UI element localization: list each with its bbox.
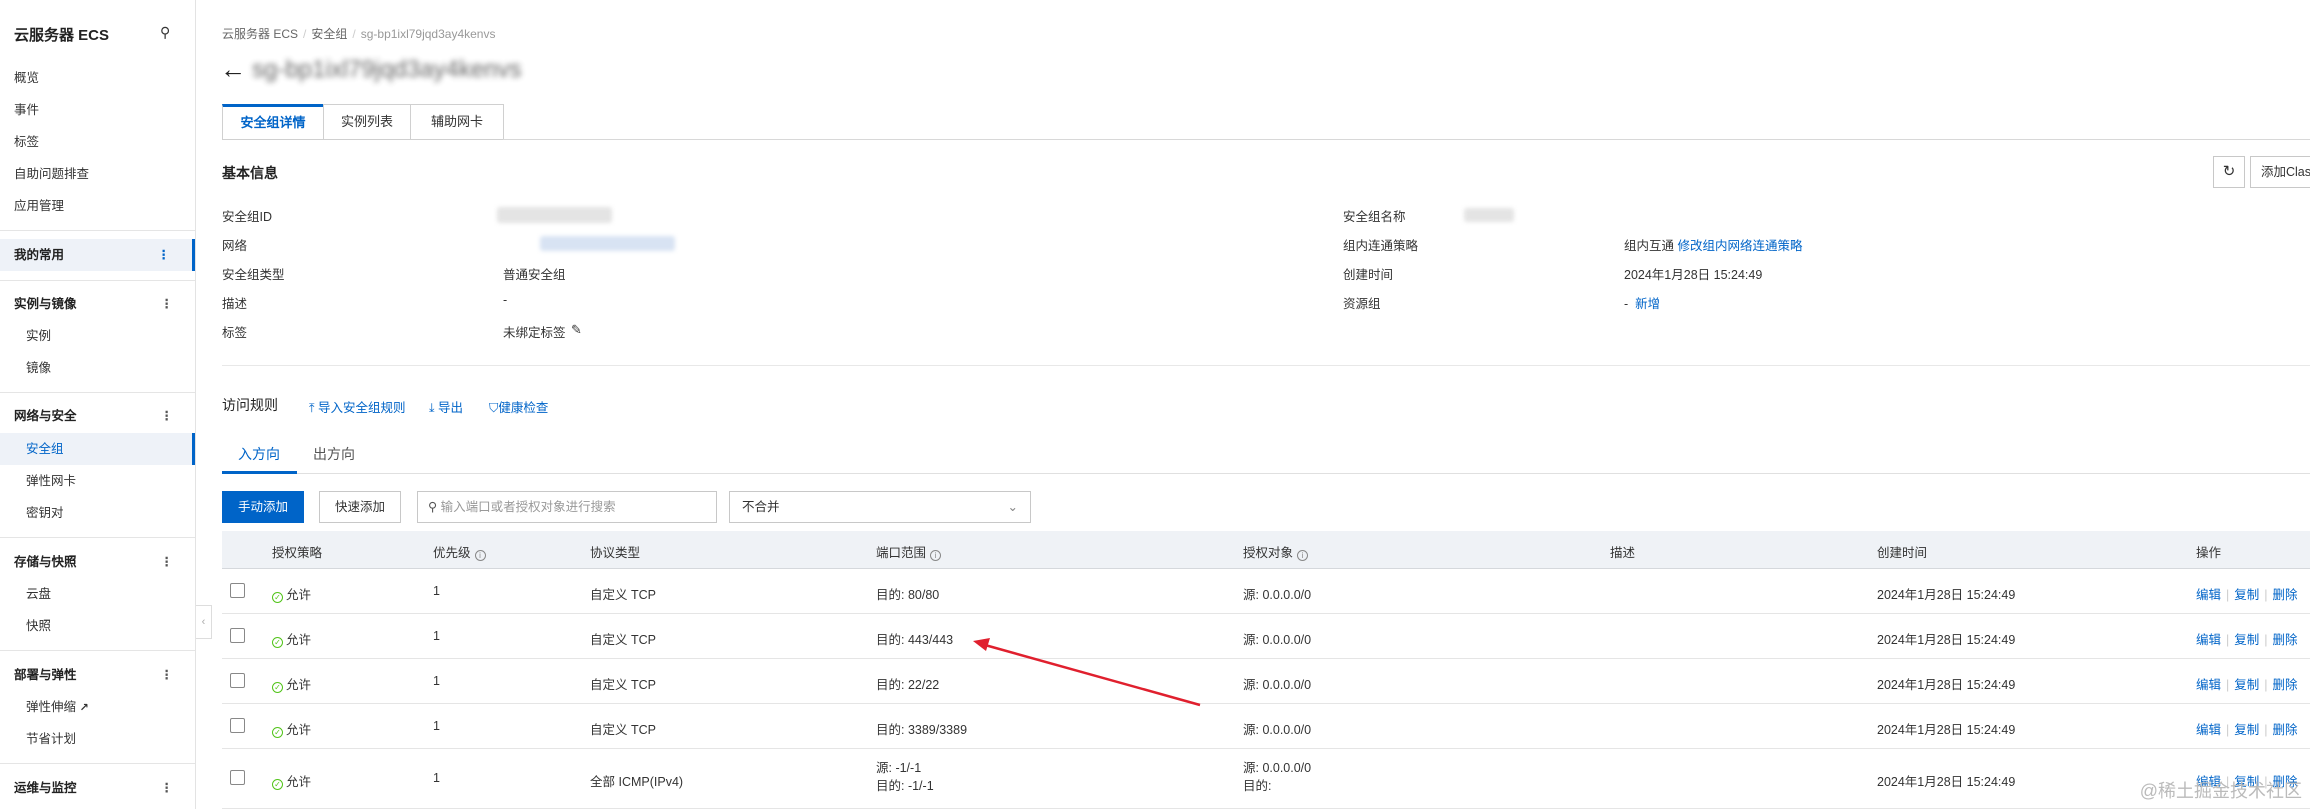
- annotation-arrow: [973, 638, 1201, 707]
- watermark: @稀土掘金技术社区: [2139, 781, 2302, 801]
